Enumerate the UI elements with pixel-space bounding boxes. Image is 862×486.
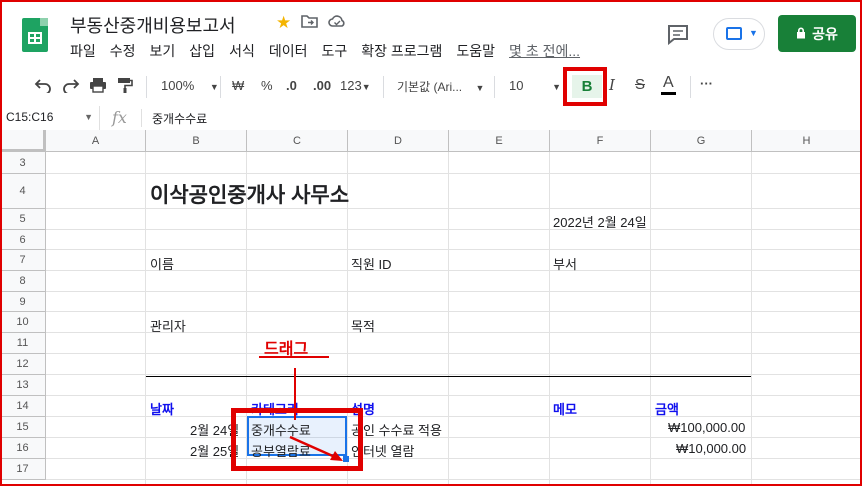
bold-highlight-box: [563, 67, 607, 106]
toolbar-divider: [383, 76, 384, 98]
percent-button[interactable]: %: [261, 78, 273, 93]
chevron-down-icon: ▼: [749, 28, 758, 38]
drag-arrow-icon: [289, 435, 343, 461]
name-box[interactable]: C15:C16 ▼: [0, 106, 100, 130]
title-icons: ★: [276, 13, 346, 33]
menu-format[interactable]: 서식: [229, 41, 255, 61]
italic-button[interactable]: I: [609, 76, 615, 94]
formula-input[interactable]: 중개수수료: [152, 110, 207, 127]
menu-extensions[interactable]: 확장 프로그램: [361, 41, 442, 61]
present-icon: [726, 27, 742, 40]
comment-history-icon[interactable]: [666, 23, 692, 46]
currency-button[interactable]: ₩: [232, 78, 244, 93]
move-folder-icon[interactable]: [301, 13, 319, 33]
font-size-select[interactable]: 10 ▼: [509, 78, 561, 93]
toolbar-divider: [146, 76, 147, 98]
font-size-chevron-icon: ▼: [552, 82, 562, 92]
zoom-select[interactable]: 100% ▼: [161, 78, 219, 93]
menu-insert[interactable]: 삽입: [189, 41, 215, 61]
font-select[interactable]: 기본값 (Ari... ▼: [397, 78, 484, 95]
more-formats-label: 123: [340, 78, 362, 93]
zoom-value: 100%: [161, 78, 195, 93]
last-edit-link[interactable]: 몇 초 전에...: [509, 41, 580, 61]
name-box-chevron-icon: ▼: [84, 112, 93, 122]
font-size-value: 10: [509, 78, 524, 93]
share-label: 공유: [812, 25, 838, 42]
text-color-button[interactable]: A: [661, 74, 676, 95]
toolbar-divider: [494, 76, 495, 98]
menu-edit[interactable]: 수정: [110, 41, 136, 61]
name-box-value: C15:C16: [6, 110, 54, 124]
font-value: 기본값 (Ari...: [397, 80, 463, 94]
toolbar-divider: [220, 76, 221, 98]
more-formats-button[interactable]: 123▼: [340, 78, 371, 93]
cloud-status-icon[interactable]: [328, 13, 346, 33]
decrease-decimal-button[interactable]: .0: [286, 78, 297, 93]
menu-view[interactable]: 보기: [150, 41, 176, 61]
spreadsheet-grid[interactable]: A B C D E F G H 3 4 5 6 7 8 9 10 11 12 1…: [0, 130, 862, 486]
increase-decimal-button[interactable]: .00: [313, 78, 331, 93]
app-header: 부동산중개비용보고서 ★ 파일 수정 보기 삽입 서식 데이터 도구 확장 프로…: [0, 0, 862, 68]
lock-icon: [796, 26, 806, 42]
more-options-icon[interactable]: ···: [700, 76, 713, 91]
formula-bar: C15:C16 ▼ fx 중개수수료: [0, 106, 862, 131]
menu-bar: 파일 수정 보기 삽입 서식 데이터 도구 확장 프로그램 도움말 몇 초 전에…: [70, 41, 594, 61]
sheets-logo-icon[interactable]: [22, 18, 48, 52]
fx-icon: fx: [112, 108, 127, 127]
menu-data[interactable]: 데이터: [269, 41, 308, 61]
font-chevron-icon: ▼: [475, 83, 485, 93]
share-button[interactable]: 공유: [778, 15, 856, 52]
toolbar-divider: [690, 76, 691, 98]
formula-divider: [141, 109, 142, 127]
star-icon[interactable]: ★: [276, 13, 291, 33]
document-title[interactable]: 부동산중개비용보고서: [70, 12, 236, 38]
undo-icon[interactable]: [34, 77, 52, 96]
strikethrough-button[interactable]: S: [635, 76, 645, 93]
print-icon[interactable]: [89, 77, 107, 96]
formats-chevron-icon: ▼: [361, 82, 371, 92]
toolbar: 100% ▼ ₩ % .0 .00 123▼ 기본값 (Ari... ▼ 10 …: [0, 68, 862, 107]
menu-help[interactable]: 도움말: [456, 41, 495, 61]
present-button[interactable]: ▼: [713, 18, 765, 50]
zoom-chevron-icon: ▼: [209, 82, 219, 92]
redo-icon[interactable]: [62, 77, 80, 96]
menu-tools[interactable]: 도구: [321, 41, 347, 61]
paint-format-icon[interactable]: [117, 77, 133, 97]
menu-file[interactable]: 파일: [70, 41, 96, 61]
